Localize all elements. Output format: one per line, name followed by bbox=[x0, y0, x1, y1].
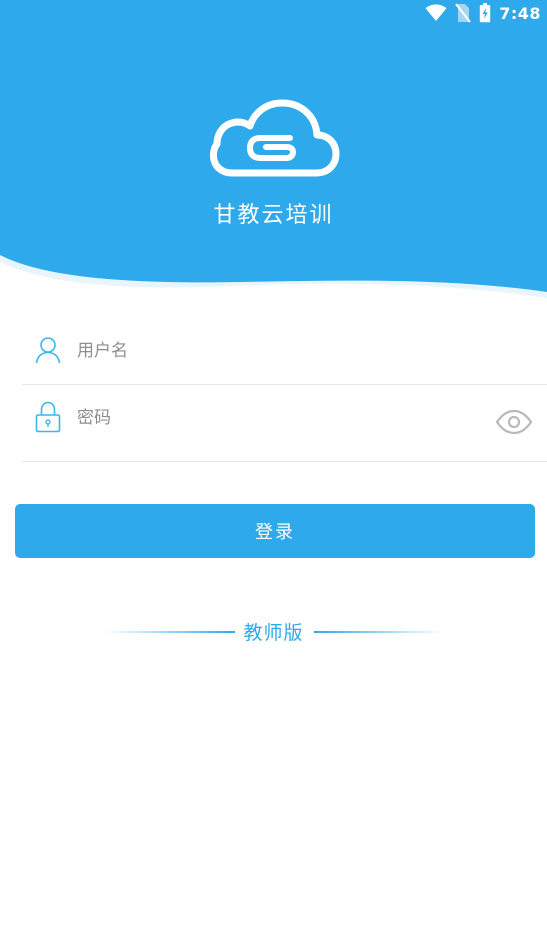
username-field bbox=[22, 316, 547, 385]
app-title: 甘教云培训 bbox=[213, 203, 334, 228]
edition-tag: 教师版 bbox=[0, 618, 547, 646]
password-input[interactable] bbox=[77, 405, 457, 431]
lock-icon bbox=[35, 401, 61, 433]
edition-label: 教师版 bbox=[243, 622, 304, 644]
no-sim-icon bbox=[455, 3, 471, 23]
password-field bbox=[22, 385, 547, 462]
battery-charging-icon bbox=[480, 3, 491, 23]
status-bar: 7:48 bbox=[425, 0, 547, 26]
eye-icon[interactable] bbox=[495, 409, 533, 435]
login-button[interactable]: 登录 bbox=[15, 504, 535, 558]
edition-divider-right bbox=[314, 631, 444, 633]
cloud-g-logo bbox=[210, 99, 340, 177]
wifi-icon bbox=[425, 4, 447, 21]
header: 7:48 甘教云培训 bbox=[0, 0, 547, 310]
username-input[interactable] bbox=[77, 338, 457, 364]
status-time: 7:48 bbox=[499, 3, 541, 23]
user-icon bbox=[35, 337, 61, 364]
